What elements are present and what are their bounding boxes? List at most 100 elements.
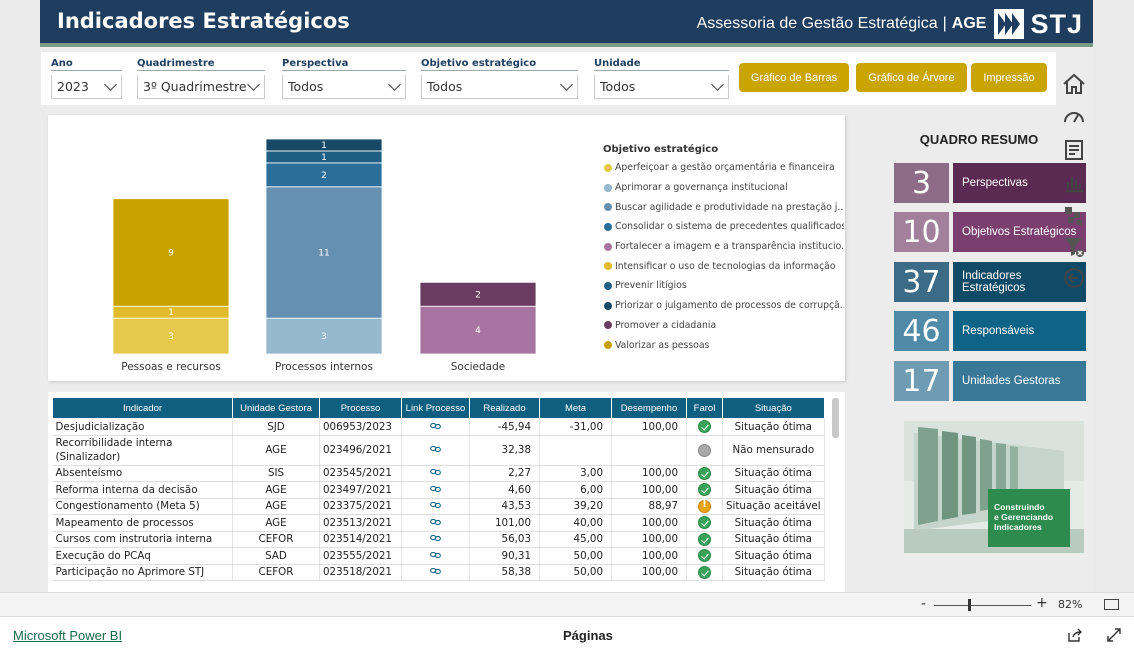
tree-chart-button[interactable]: Gráfico de Árvore: [856, 63, 967, 92]
legend-item[interactable]: Consolidar o sistema de precedentes qual…: [604, 217, 844, 237]
link-icon[interactable]: [430, 551, 441, 559]
cell-situacao: Não mensurado: [722, 435, 825, 466]
dropdown-value: Todos: [288, 79, 324, 94]
link-icon[interactable]: [430, 534, 441, 542]
legend-item[interactable]: Priorizar o julgamento de processos de c…: [604, 296, 844, 316]
zoom-slider[interactable]: [934, 605, 1031, 606]
link-icon[interactable]: [430, 422, 441, 430]
cell-realizado: 58,38: [469, 564, 540, 581]
table-row[interactable]: Reforma interna da decisão AGE 023497/2021…: [52, 481, 825, 499]
cell-meta: 50,00: [539, 547, 612, 565]
status-light-icon: [698, 483, 711, 497]
legend-item[interactable]: Valorizar as pessoas: [604, 335, 844, 355]
cell-situacao: Situação ótima: [722, 418, 825, 436]
legend-item[interactable]: Prevenir litígios: [604, 276, 844, 296]
cell-meta: 3,00: [539, 465, 612, 482]
stj-logo-icon: [994, 9, 1025, 39]
table-row[interactable]: Execução do PCAq SAD 023555/2021 90,31 50,00…: [52, 547, 825, 565]
cell-processo: 023496/2021: [319, 435, 402, 466]
cell-unidade: AGE: [232, 435, 320, 466]
legend-marker: [604, 183, 612, 192]
column-header[interactable]: Unidade Gestora: [232, 397, 320, 419]
fullscreen-icon[interactable]: [1106, 627, 1122, 643]
table-scrollbar[interactable]: [832, 398, 839, 438]
legend-item[interactable]: Fortalecer a imagem e a transparência in…: [604, 237, 844, 257]
org-unit: AGE: [951, 15, 987, 32]
unidade-dropdown[interactable]: Todos: [594, 75, 729, 99]
legend-label: Buscar agilidade e produtividade na pres…: [615, 201, 844, 213]
column-header[interactable]: Farol: [686, 397, 723, 419]
legend-item[interactable]: Aperfeiçoar a gestão orçamentária e fina…: [604, 158, 844, 178]
quadrimestre-dropdown[interactable]: 3º Quadrimestre: [137, 75, 265, 99]
fit-to-page-icon[interactable]: [1104, 599, 1119, 610]
column-header[interactable]: Realizado: [469, 397, 540, 419]
link-icon[interactable]: [430, 445, 441, 453]
column-header[interactable]: Indicador: [52, 397, 233, 419]
table-row[interactable]: Participação no Aprimore STJ CEFOR 023518/…: [52, 564, 825, 581]
legend-item[interactable]: Buscar agilidade e produtividade na pres…: [604, 197, 844, 217]
powerbi-footer: Microsoft Power BI Páginas: [0, 616, 1134, 652]
report-icon[interactable]: [1062, 138, 1086, 162]
link-icon[interactable]: [430, 468, 441, 476]
cell-meta: 45,00: [539, 531, 612, 548]
filter-label: Ano: [51, 58, 122, 71]
table-row[interactable]: Mapeamento de processos AGE 023513/2021 101…: [52, 514, 825, 532]
chevron-down-icon: [388, 78, 401, 91]
legend-marker: [604, 242, 612, 251]
legend-label: Intensificar o uso de tecnologias da inf…: [615, 260, 836, 272]
cell-farol: [686, 564, 723, 581]
link-icon[interactable]: [430, 518, 441, 526]
cell-realizado: 90,31: [469, 547, 540, 565]
cell-unidade: AGE: [232, 498, 320, 515]
indicators-table-panel: Indicador Unidade Gestora Processo Link Pro…: [48, 392, 845, 592]
zoom-in-button[interactable]: +: [1036, 595, 1048, 611]
status-light-icon: [698, 420, 711, 434]
bar-chart-button[interactable]: Gráfico de Barras: [739, 63, 849, 92]
table-row[interactable]: Cursos com instrutoria interna CEFOR 02351…: [52, 531, 825, 548]
clear-filter-icon[interactable]: [1062, 235, 1086, 259]
table-row[interactable]: Desjudicialização SJD 006953/2023 -45,94 -31…: [52, 418, 825, 436]
objetivo-dropdown[interactable]: Todos: [421, 75, 578, 99]
ano-dropdown[interactable]: 2023: [51, 75, 122, 99]
home-icon[interactable]: [1062, 72, 1086, 96]
legend-label: Consolidar o sistema de precedentes qual…: [615, 221, 844, 233]
column-header[interactable]: Situação: [722, 397, 825, 419]
table-row[interactable]: Absenteísmo SIS 023545/2021 2,27 3,00 100,00 S…: [52, 465, 825, 482]
back-arrow-icon[interactable]: [1062, 266, 1086, 290]
table-row[interactable]: Recorribilidade interna (Sinalizador) AGE…: [52, 435, 825, 466]
cell-unidade: SIS: [232, 465, 320, 482]
zoom-slider-handle[interactable]: [968, 599, 971, 611]
bar-chart-icon[interactable]: [1062, 171, 1086, 195]
perspectiva-dropdown[interactable]: Todos: [282, 75, 406, 99]
link-icon[interactable]: [430, 501, 441, 509]
status-light-icon: [698, 532, 711, 546]
zoom-out-button[interactable]: -: [921, 596, 926, 612]
column-header[interactable]: Desempenho: [611, 397, 687, 419]
bar-data-label: 11: [318, 248, 329, 258]
cell-unidade: SJD: [232, 418, 320, 436]
cell-link: [401, 498, 470, 515]
legend-item[interactable]: Promover a cidadania: [604, 316, 844, 336]
column-header[interactable]: Meta: [539, 397, 612, 419]
header-branding: Assessoria de Gestão Estratégica | AGE S…: [697, 7, 1083, 41]
column-header[interactable]: Link Processo: [401, 397, 470, 419]
tree-grid-icon[interactable]: [1062, 204, 1086, 228]
powerbi-link[interactable]: Microsoft Power BI: [13, 628, 122, 643]
pages-menu[interactable]: Páginas: [563, 628, 613, 643]
legend-title: Objetivo estratégico: [603, 144, 719, 155]
dropdown-value: Todos: [427, 79, 463, 94]
legend-item[interactable]: Aprimorar a governança institucional: [604, 178, 844, 198]
table-row[interactable]: Congestionamento (Meta 5) AGE 023375/2021 4…: [52, 498, 825, 515]
gauge-icon[interactable]: [1062, 105, 1086, 129]
legend-item[interactable]: Intensificar o uso de tecnologias da inf…: [604, 256, 844, 276]
cell-link: [401, 481, 470, 499]
link-icon[interactable]: [430, 485, 441, 493]
column-header[interactable]: Processo: [319, 397, 402, 419]
filter-ano: Ano 2023: [51, 58, 122, 100]
status-light-icon: [698, 516, 711, 530]
legend-marker: [604, 163, 612, 172]
cell-processo: 006953/2023: [319, 418, 402, 436]
link-icon[interactable]: [430, 567, 441, 575]
print-button[interactable]: Impressão: [971, 63, 1047, 92]
share-icon[interactable]: [1067, 627, 1083, 643]
